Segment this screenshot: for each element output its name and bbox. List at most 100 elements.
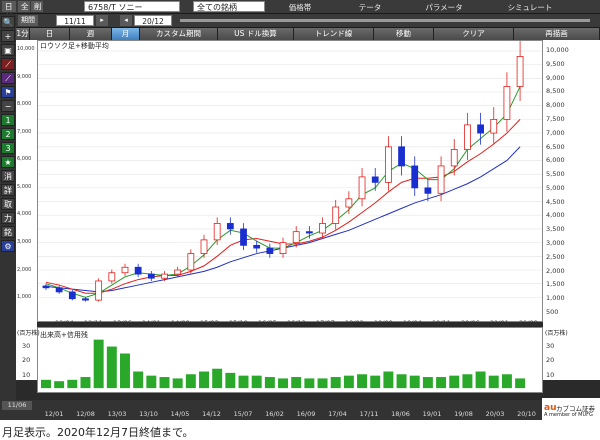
all-button[interactable]: 全 xyxy=(18,1,30,12)
volume-bar xyxy=(93,339,104,389)
tab-clear[interactable]: クリア xyxy=(434,28,514,40)
line-red-icon[interactable]: ⟋ xyxy=(1,58,15,70)
volume-bar xyxy=(133,371,144,389)
timeline-label: 13/10 xyxy=(139,410,158,418)
tab-trendline[interactable]: トレンド線 xyxy=(294,28,374,40)
kabucom-logo: au カブコム証券 A member of MUFG xyxy=(542,398,600,420)
period-slider[interactable] xyxy=(180,19,590,22)
price-tick-label: 1,000 xyxy=(17,294,32,301)
x-tick-label: 12/04 xyxy=(55,319,74,327)
price-tick-label: 10,000 xyxy=(546,46,569,54)
x-tick-label: 18/02 xyxy=(345,319,364,327)
settings-icon[interactable]: ⚙ xyxy=(1,240,15,252)
candle-body xyxy=(121,266,129,274)
header-price-band[interactable]: 価格帯 xyxy=(268,2,332,13)
period-to-left-arrow[interactable]: ◂ xyxy=(120,15,132,26)
period-from-arrow[interactable]: ▸ xyxy=(96,15,108,26)
candle-body xyxy=(464,124,471,150)
price-tick-label: 6,000 xyxy=(17,156,32,163)
tab-1min[interactable]: 1分 xyxy=(16,28,30,40)
timeline-label: 19/08 xyxy=(454,410,473,418)
volume-bar xyxy=(238,375,249,389)
timeline-label: 20/10 xyxy=(517,410,536,418)
tab-redraw[interactable]: 再描画 xyxy=(514,28,600,40)
volume-bar xyxy=(475,371,486,389)
volume-bar xyxy=(251,375,262,389)
volume-bar xyxy=(225,372,236,389)
zoom-icon[interactable]: 🔍 xyxy=(1,16,15,28)
x-tick-label: 21/08 xyxy=(519,319,538,327)
candle-body xyxy=(305,231,313,234)
candle-body xyxy=(345,198,353,208)
sidebar: 🔍 + ▣ ⟋ ⟋ ⚑ − 1 2 3 ★ 消 詳 取 力 銘 ⚙ xyxy=(0,14,16,400)
ma-2-button[interactable]: 2 xyxy=(1,128,15,140)
volume-tick-label: 20 xyxy=(22,356,31,365)
candle-body xyxy=(411,165,419,189)
volume-bar xyxy=(106,346,117,389)
volume-tick-label: 30 xyxy=(546,342,555,351)
volume-bar xyxy=(172,378,183,389)
volume-bar xyxy=(278,378,289,389)
volume-bar xyxy=(159,377,170,389)
candle-body xyxy=(385,146,392,183)
date-mode-button[interactable]: 日付 xyxy=(2,1,16,22)
header-data[interactable]: テータ xyxy=(334,2,406,13)
volume-bar xyxy=(383,371,394,389)
x-tick-label: 17/07 xyxy=(316,319,335,327)
ticker-button[interactable]: 銘 xyxy=(1,226,15,238)
timeline-label: 14/12 xyxy=(202,410,221,418)
tab-week[interactable]: 週 xyxy=(70,28,112,40)
line-purple-icon[interactable]: ⟋ xyxy=(1,72,15,84)
header-simulate[interactable]: シミュレート xyxy=(482,2,578,13)
candle-body xyxy=(213,223,221,241)
minus-icon[interactable]: − xyxy=(1,100,15,112)
tab-move[interactable]: 移動 xyxy=(374,28,434,40)
timeline-label: 14/05 xyxy=(170,410,190,418)
candle-body xyxy=(82,298,89,301)
candle-body xyxy=(477,124,484,134)
price-tick-label: 4,500 xyxy=(546,197,565,206)
volume-bar xyxy=(304,378,315,389)
price-tick-label: 10,000 xyxy=(17,46,35,52)
price-tick-label: 6,000 xyxy=(546,156,565,165)
volume-tick-label: 20 xyxy=(546,356,555,365)
trade-button[interactable]: 取 xyxy=(1,198,15,210)
period-to-input[interactable]: 20/12 xyxy=(134,15,172,26)
erase-button[interactable]: 消 xyxy=(1,170,15,182)
candle-body xyxy=(332,206,340,224)
price-tick-label: 7,000 xyxy=(17,128,32,135)
tab-day[interactable]: 日 xyxy=(30,28,70,40)
price-tick-label: 4,000 xyxy=(17,211,32,218)
detail-button[interactable]: 詳 xyxy=(1,184,15,196)
price-tick-label: 2,000 xyxy=(546,266,565,275)
period-from-input[interactable]: 11/11 xyxy=(56,15,94,26)
tab-month[interactable]: 月 xyxy=(112,28,140,40)
tab-usd-conversion[interactable]: US ドル換算 xyxy=(218,28,294,40)
x-tick-label: 12/11 xyxy=(84,319,103,327)
volume-bar xyxy=(67,379,78,389)
volume-bar xyxy=(317,378,328,389)
volume-bar xyxy=(120,353,130,389)
x-tick-label: 16/12 xyxy=(287,319,306,327)
x-tick-label: 15/10 xyxy=(229,319,248,327)
plus-icon[interactable]: + xyxy=(1,30,15,42)
candle-body xyxy=(95,280,103,301)
ma-1-button[interactable]: 1 xyxy=(1,114,15,126)
price-tick-label: 2,500 xyxy=(546,252,565,261)
figure-caption: 月足表示。2020年12月7日終値まで。 xyxy=(2,426,194,439)
symbol-input[interactable]: 6758/T ソニー xyxy=(84,1,180,12)
camera-icon[interactable]: ▣ xyxy=(1,44,15,56)
input-button[interactable]: 力 xyxy=(1,212,15,224)
candle-body xyxy=(358,176,366,200)
candle-body xyxy=(200,239,208,254)
tab-custom-period[interactable]: カスタム期間 xyxy=(140,28,218,40)
timeline-label: 13/03 xyxy=(107,410,127,418)
delete-button[interactable]: 削 xyxy=(31,1,43,12)
market-select[interactable]: 全ての銘柄 xyxy=(193,1,265,12)
ma-3-button[interactable]: 3 xyxy=(1,142,15,154)
star-icon[interactable]: ★ xyxy=(1,156,15,168)
header-parameter[interactable]: パラメータ xyxy=(408,2,480,13)
timeline-bar[interactable]: 11/06 12/01 12/08 13/03 13/10 14/05 14/12 15/0… xyxy=(0,400,600,420)
price-tick-label: 3,000 xyxy=(17,239,32,246)
flag-icon[interactable]: ⚑ xyxy=(1,86,15,98)
